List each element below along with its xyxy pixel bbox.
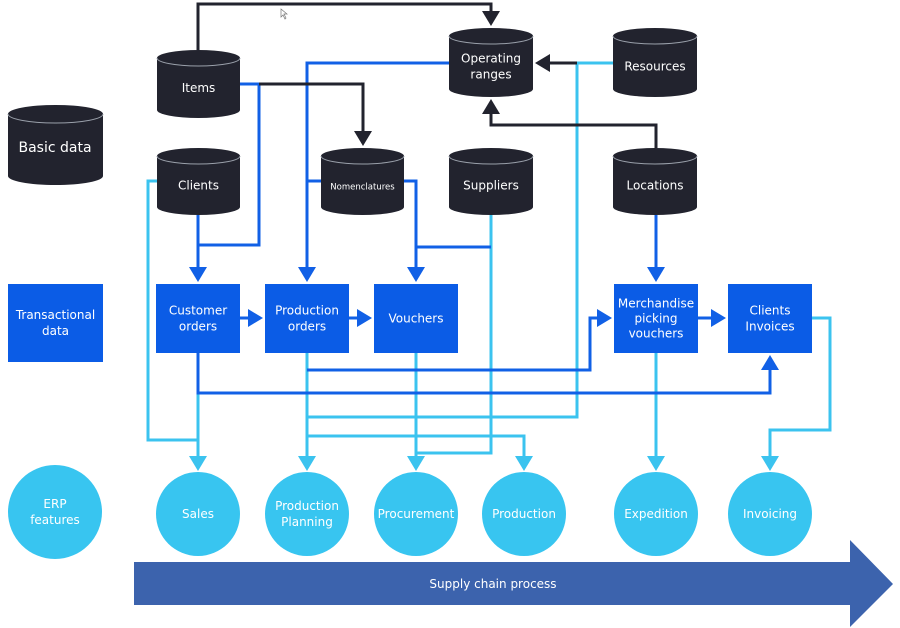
- label-line: Invoices: [745, 320, 794, 334]
- label-line: Vouchers: [389, 312, 444, 326]
- label-line: ERP: [43, 497, 66, 511]
- cylinder-operating-ranges: Operating ranges: [448, 28, 534, 97]
- label-line: Invoicing: [743, 507, 797, 521]
- label-line: Clients: [750, 304, 791, 318]
- cylinder-resources: Resources: [612, 28, 698, 97]
- node-label: Vouchers: [389, 312, 444, 326]
- label-line: features: [30, 513, 80, 527]
- node-label: Locations: [626, 179, 683, 193]
- box-customer-orders: Customer orders: [156, 284, 240, 353]
- node-label: Nomenclatures: [330, 183, 395, 193]
- node-label: Invoicing: [743, 507, 797, 521]
- label-line: Transactional: [15, 308, 95, 322]
- label-line: Procurement: [378, 507, 455, 521]
- cylinder-clients: Clients: [156, 148, 241, 215]
- label-line: Locations: [626, 179, 683, 193]
- node-label: Suppliers: [463, 179, 519, 193]
- basic-data-label: Basic data: [18, 140, 91, 156]
- circle-production-planning: Production Planning: [265, 472, 349, 556]
- node-label: Clients: [178, 179, 219, 193]
- box-merchandise-picking-vouchers: Merchandise picking vouchers: [614, 284, 698, 353]
- node-label: Expedition: [624, 507, 688, 521]
- erp-supply-chain-diagram: Supply chain process Basic data Transacti…: [7, 2, 893, 627]
- circle-sales: Sales: [156, 472, 240, 556]
- link-nomenclatures-to-vouchers: [404, 179, 425, 282]
- label-line: Production: [275, 499, 339, 513]
- label-line: orders: [288, 320, 326, 334]
- link-customer-orders-to-invoices: [196, 353, 779, 395]
- label-line: Customer: [169, 304, 227, 318]
- node-label: Sales: [182, 507, 214, 521]
- mouse-cursor-icon: [280, 8, 288, 20]
- label-line: vouchers: [629, 327, 684, 341]
- label-line: Expedition: [624, 507, 688, 521]
- label-line: Operating: [461, 52, 521, 66]
- link-items-to-nomenclatures: [259, 82, 372, 146]
- box-vouchers: Vouchers: [374, 284, 458, 353]
- circle-invoicing: Invoicing: [728, 472, 812, 556]
- row-header-erp-features: ERP features: [8, 465, 102, 559]
- box-clients-invoices: Clients Invoices: [728, 284, 812, 353]
- node-label: Resources: [624, 60, 685, 74]
- label-line: ranges: [470, 68, 511, 82]
- label-line: Sales: [182, 507, 214, 521]
- label-line: Merchandise: [618, 297, 694, 311]
- link-locations-to-operating-ranges: [482, 99, 658, 148]
- label-line: Production: [492, 507, 556, 521]
- label-line: Clients: [178, 179, 219, 193]
- label-line: data: [42, 324, 69, 338]
- label-line: Suppliers: [463, 179, 519, 193]
- label-line: Nomenclatures: [330, 183, 395, 193]
- label-line: orders: [179, 320, 217, 334]
- supply-chain-process-label: Supply chain process: [429, 577, 556, 591]
- row-header-basic-data: Basic data: [7, 105, 104, 185]
- label-line: picking: [634, 312, 677, 326]
- circle-procurement: Procurement: [374, 472, 458, 556]
- cylinder-locations: Locations: [612, 148, 698, 215]
- node-label: Items: [182, 81, 216, 95]
- node-label: Production: [492, 507, 556, 521]
- row-header-transactional-data: Transactional data: [8, 284, 103, 362]
- circle-expedition: Expedition: [614, 472, 698, 556]
- label-line: Planning: [281, 515, 333, 529]
- cylinder-nomenclatures: Nomenclatures: [320, 148, 405, 215]
- label-line: Items: [182, 81, 216, 95]
- circle-production: Production: [482, 472, 566, 556]
- cylinder-items: Items: [156, 50, 241, 118]
- link-items-to-operating-ranges: [196, 2, 500, 50]
- box-production-orders: Production orders: [265, 284, 349, 353]
- node-label: Procurement: [378, 507, 455, 521]
- cylinder-suppliers: Suppliers: [448, 148, 534, 215]
- link-resources-down: [307, 61, 613, 419]
- label-line: Resources: [624, 60, 685, 74]
- label-line: Production: [275, 304, 339, 318]
